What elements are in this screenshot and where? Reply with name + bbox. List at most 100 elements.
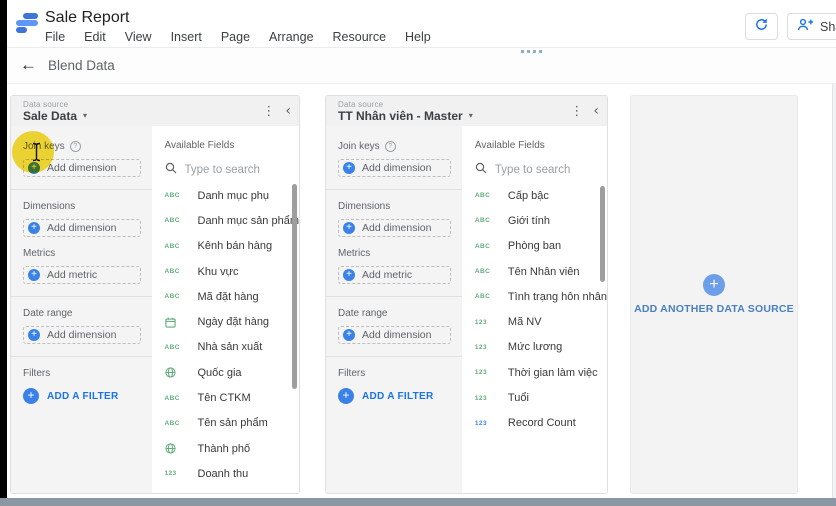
- add-metric-chip[interactable]: +Add metric: [23, 266, 141, 284]
- add-dimension-chip[interactable]: +Add dimension: [338, 159, 451, 177]
- add-dimension-chip[interactable]: +Add dimension: [338, 326, 451, 344]
- collapse-chevron-icon[interactable]: ‹: [593, 103, 599, 119]
- field-label: Ngày đặt hàng: [198, 316, 270, 328]
- field-item[interactable]: ABCDanh mục sản phẩm: [152, 208, 300, 233]
- menu-page[interactable]: Page: [221, 30, 250, 44]
- collapse-chevron-icon[interactable]: ‹: [285, 103, 291, 119]
- number-field-icon: 123: [475, 344, 497, 351]
- person-add-icon: [797, 18, 814, 36]
- add-a-filter-label: ADD A FILTER: [47, 391, 119, 402]
- section-divider: [326, 189, 462, 190]
- field-item[interactable]: ABCTình trạng hôn nhân: [462, 284, 607, 309]
- refresh-button[interactable]: [745, 13, 778, 40]
- field-label: Kênh bán hàng: [198, 240, 273, 252]
- help-icon[interactable]: ?: [385, 141, 396, 152]
- field-label: Giá bán: [198, 493, 237, 494]
- dropdown-caret-icon: ▾: [83, 112, 87, 121]
- more-options-icon[interactable]: ⋮: [570, 103, 583, 119]
- globe-icon: [165, 443, 187, 454]
- text-field-icon: ABC: [165, 192, 187, 199]
- chip-label: Add metric: [362, 269, 412, 281]
- field-label: Tên Nhân viên: [508, 266, 580, 278]
- text-field-icon: ABC: [475, 217, 497, 224]
- field-item[interactable]: ABCTên Nhân viên: [462, 259, 607, 284]
- field-item[interactable]: 123Giá bán: [152, 487, 300, 494]
- field-label: Nhà sản xuất: [198, 341, 263, 353]
- field-label: Giới tính: [508, 215, 550, 227]
- field-label: Cấp bậc: [508, 190, 549, 202]
- number-field-icon: 123: [475, 369, 497, 376]
- field-item[interactable]: 123Record Count: [462, 411, 607, 436]
- section-divider: [11, 356, 152, 357]
- field-item[interactable]: ABCMã đặt hàng: [152, 284, 300, 309]
- add-a-filter-button[interactable]: +ADD A FILTER: [338, 388, 451, 404]
- menu-edit[interactable]: Edit: [84, 30, 106, 44]
- field-item[interactable]: ABC Khu vực: [152, 259, 300, 284]
- help-icon[interactable]: ?: [70, 141, 81, 152]
- menu-insert[interactable]: Insert: [171, 30, 202, 44]
- field-label: Khu vực: [198, 266, 239, 278]
- chip-label: Add dimension: [47, 329, 116, 341]
- data-source-selector[interactable]: TT Nhân viên - Master▾: [338, 110, 570, 123]
- field-item[interactable]: 123 Mã NV: [462, 309, 607, 334]
- field-label: Tuổi: [508, 392, 529, 404]
- field-item[interactable]: 123Tuổi: [462, 385, 607, 410]
- chip-label: Add dimension: [362, 162, 431, 174]
- text-field-icon: ABC: [475, 192, 497, 199]
- field-item[interactable]: ABCTên CTKM: [152, 385, 300, 410]
- add-a-filter-button[interactable]: +ADD A FILTER: [23, 388, 141, 404]
- number-field-icon: 123: [475, 319, 497, 326]
- share-button[interactable]: Sha: [787, 13, 836, 40]
- field-item[interactable]: ABC Kênh bán hàng: [152, 234, 300, 259]
- fields-scrollbar[interactable]: [292, 184, 297, 389]
- field-label: Mã NV: [508, 316, 542, 328]
- field-search-input[interactable]: [185, 164, 285, 176]
- field-item[interactable]: ABCNhà sản xuất: [152, 335, 300, 360]
- fields-scrollbar[interactable]: [600, 186, 605, 282]
- menu-file[interactable]: File: [45, 30, 65, 44]
- field-item[interactable]: ABCTên sản phẩm: [152, 411, 300, 436]
- section-label: Filters: [23, 368, 141, 379]
- field-label: Thành phố: [198, 443, 251, 455]
- field-item[interactable]: ABC Cấp bậc: [462, 183, 607, 208]
- field-search-input[interactable]: [495, 164, 595, 176]
- field-item[interactable]: Thành phố: [152, 436, 300, 461]
- text-field-icon: ABC: [475, 293, 497, 300]
- menu-help[interactable]: Help: [405, 30, 431, 44]
- field-item[interactable]: ABCPhòng ban: [462, 234, 607, 259]
- field-label: Record Count: [508, 417, 576, 429]
- menu-view[interactable]: View: [125, 30, 152, 44]
- data-source-panel: Data source TT Nhân viên - Master▾ ⋮ ‹ J…: [325, 95, 608, 494]
- field-item[interactable]: Ngày đặt hàng: [152, 309, 300, 334]
- page-scrollbar-track[interactable]: [832, 80, 836, 498]
- section-divider: [326, 296, 462, 297]
- section-label: Date range: [338, 308, 451, 319]
- text-field-icon: ABC: [165, 268, 187, 275]
- menu-resource[interactable]: Resource: [333, 30, 387, 44]
- menu-arrange[interactable]: Arrange: [269, 30, 313, 44]
- field-item[interactable]: 123Doanh thu: [152, 461, 300, 486]
- data-studio-logo-icon: [14, 10, 40, 36]
- field-item[interactable]: 123 Thời gian làm việc: [462, 360, 607, 385]
- field-item[interactable]: ABCDanh mục phụ: [152, 183, 300, 208]
- field-label: Thời gian làm việc: [508, 367, 598, 379]
- add-another-data-source-button[interactable]: + ADD ANOTHER DATA SOURCE: [630, 95, 798, 494]
- add-metric-chip[interactable]: + Add metric: [338, 266, 451, 284]
- field-item[interactable]: Quốc gia: [152, 360, 300, 385]
- back-arrow-icon[interactable]: ←: [20, 55, 37, 75]
- more-options-icon[interactable]: ⋮: [262, 103, 275, 119]
- plus-icon: +: [343, 269, 355, 281]
- blend-editor-content: Data source Sale Data▾ ⋮ ‹ Join keys?+Ad…: [0, 84, 836, 498]
- text-field-icon: ABC: [165, 420, 187, 427]
- plus-icon: +: [338, 388, 354, 404]
- globe-icon: [165, 367, 187, 378]
- data-source-selector[interactable]: Sale Data▾: [23, 110, 262, 123]
- field-label: Quốc gia: [198, 367, 242, 379]
- field-item[interactable]: ABC Giới tính: [462, 208, 607, 233]
- add-dimension-chip[interactable]: +Add dimension: [23, 219, 141, 237]
- field-item[interactable]: 123Mức lương: [462, 335, 607, 360]
- add-dimension-chip[interactable]: +Add dimension: [338, 219, 451, 237]
- add-dimension-chip[interactable]: +Add dimension: [23, 326, 141, 344]
- text-field-icon: ABC: [165, 243, 187, 250]
- chip-label: Add metric: [47, 269, 97, 281]
